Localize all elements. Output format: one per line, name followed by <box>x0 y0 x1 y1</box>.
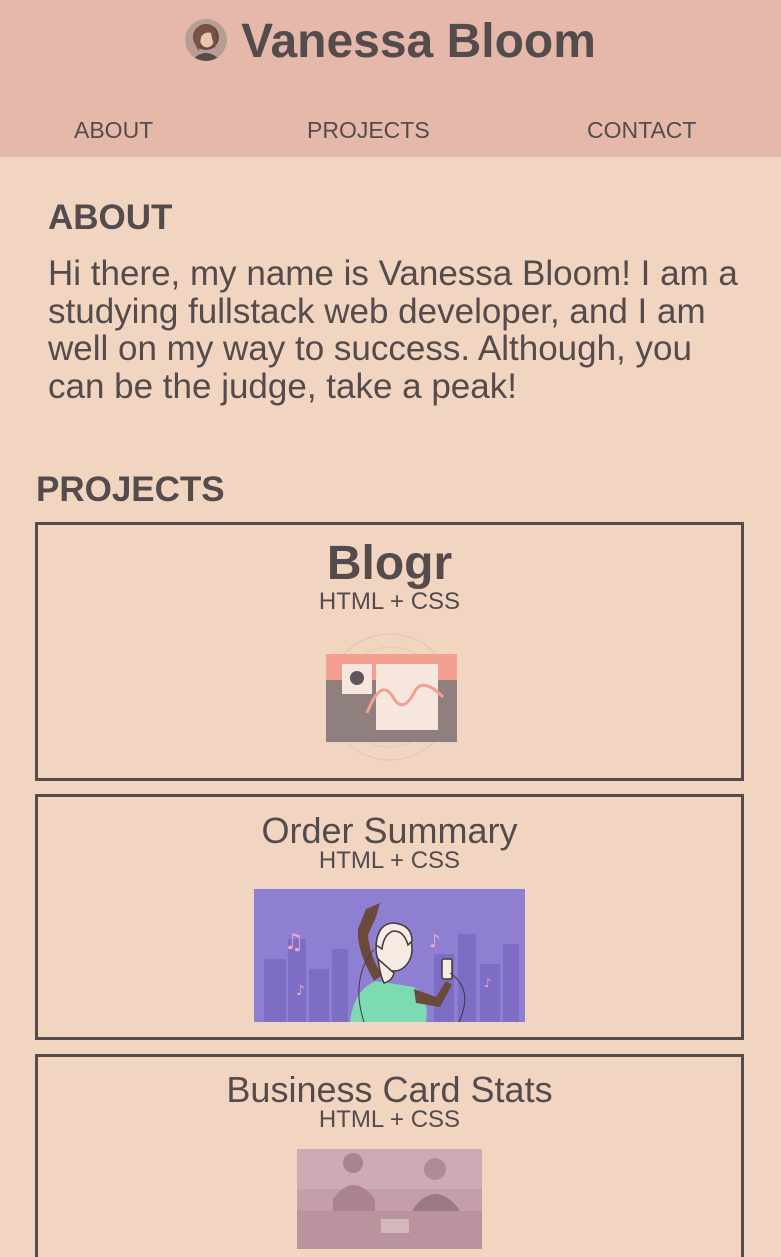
site-header: Vanessa Bloom ABOUT PROJECTS CONTACT <box>0 0 781 157</box>
brand: Vanessa Bloom <box>0 14 781 70</box>
profile-photo-icon <box>185 19 228 61</box>
nav-about[interactable]: ABOUT <box>74 116 153 144</box>
blogr-illustration-icon <box>326 633 457 761</box>
about-heading: ABOUT <box>48 198 173 237</box>
project-tech: HTML + CSS <box>318 588 461 615</box>
project-tech: HTML + CSS <box>318 847 461 874</box>
nav-projects[interactable]: PROJECTS <box>307 116 430 144</box>
project-card-business-card-stats[interactable]: Business Card Stats HTML + CSS <box>35 1054 744 1257</box>
project-card-blogr[interactable]: Blogr HTML + CSS <box>35 522 744 781</box>
svg-text:♫: ♫ <box>284 930 304 955</box>
svg-text:♪: ♪ <box>296 983 305 999</box>
project-title: Order Summary <box>261 810 518 851</box>
project-title: Business Card Stats <box>226 1069 553 1110</box>
project-tech: HTML + CSS <box>318 1106 461 1133</box>
svg-text:♪: ♪ <box>484 976 492 990</box>
about-text: Hi there, my name is Vanessa Bloom! I am… <box>48 254 738 406</box>
nav-contact[interactable]: CONTACT <box>587 116 696 144</box>
music-dancer-illustration-icon: ♫ ♪ ♪ ♪ <box>254 889 525 1022</box>
avatar[interactable] <box>185 19 228 61</box>
office-photo-icon <box>297 1149 482 1249</box>
projects-heading: PROJECTS <box>36 470 225 509</box>
project-title: Blogr <box>326 537 453 590</box>
site-title: Vanessa Bloom <box>241 15 596 68</box>
project-card-order-summary[interactable]: Order Summary HTML + CSS ♫ ♪ ♪ ♪ <box>35 794 744 1040</box>
svg-text:♪: ♪ <box>429 931 441 952</box>
